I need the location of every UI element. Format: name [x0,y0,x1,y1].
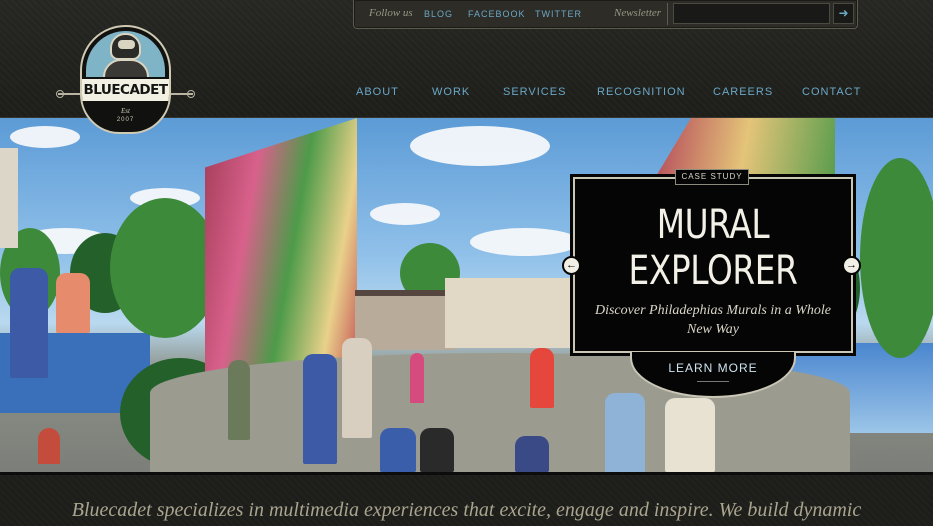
topbar-divider [667,3,668,25]
case-study-title: MURAL EXPLORER [598,202,828,294]
nav-work[interactable]: WORK [432,86,470,98]
learn-more-button[interactable]: LEARN MORE [630,361,796,375]
mural-figure [605,393,645,472]
mural-dome [38,428,60,464]
mural-figure [410,353,424,403]
mural-cloud [410,126,550,166]
bluecadet-logo[interactable]: BLUECADET Est 2007 [56,25,195,137]
mural-tower [0,148,18,248]
mural-figure [56,273,90,333]
logo-est: Est [121,107,130,115]
mural-figure [342,338,372,438]
case-study-title-line-1: MURAL [656,202,770,248]
cadet-visor-icon [118,40,135,49]
newsletter-email-input[interactable] [673,3,830,24]
social-link-blog[interactable]: BLOG [424,9,453,19]
mural-figure [10,268,48,378]
mural-wall-painting [205,118,357,393]
intro-text: Bluecadet specializes in multimedia expe… [71,499,862,521]
nav-contact[interactable]: CONTACT [802,86,861,98]
case-study-tag: CASE STUDY [675,169,749,185]
logo-wordmark: BLUECADET [82,77,169,103]
follow-us-label: Follow us [369,7,413,19]
nav-about[interactable]: ABOUT [356,86,399,98]
social-link-twitter[interactable]: TWITTER [535,9,582,19]
mural-figure [380,428,416,472]
slide-prev-button[interactable]: ← [562,256,581,275]
mural-figure [303,354,337,464]
logo-badge: BLUECADET Est 2007 [80,25,171,134]
mural-building [445,278,570,348]
logo-ornament-left [56,90,80,98]
case-study-title-line-2: EXPLORER [628,248,798,294]
mural-figure [420,428,454,472]
mural-tree [860,158,933,358]
mural-cloud [370,203,440,225]
arrow-right-icon: → [846,259,857,271]
case-study-subtitle: Discover Philadephias Murals in a Whole … [594,303,832,337]
newsletter-label: Newsletter [614,7,662,19]
social-link-facebook[interactable]: FACEBOOK [468,9,526,19]
mural-figure [515,436,549,472]
logo-year: 2007 [116,117,135,123]
site-header: Follow us BLOG FACEBOOK TWITTER Newslett… [0,0,933,134]
nav-services[interactable]: SERVICES [503,86,566,98]
logo-ornament-right [171,90,195,98]
newsletter-submit-button[interactable]: ➜ [833,3,854,24]
mural-tree [110,198,220,338]
arrow-left-icon: ← [566,259,577,271]
mural-figure [228,360,250,440]
slide-next-button[interactable]: → [842,256,861,275]
mural-figure [665,398,715,472]
learn-more-underline [697,381,729,382]
intro-section: Bluecadet specializes in multimedia expe… [0,472,933,526]
utility-bar: Follow us BLOG FACEBOOK TWITTER Newslett… [353,0,858,29]
mural-cloud [470,228,580,256]
hero-slideshow[interactable]: CASE STUDY MURAL EXPLORER Discover Phila… [0,118,933,472]
arrow-right-icon: ➜ [838,6,849,20]
mural-figure [530,348,554,408]
nav-recognition[interactable]: RECOGNITION [597,86,686,98]
nav-careers[interactable]: CAREERS [713,86,773,98]
